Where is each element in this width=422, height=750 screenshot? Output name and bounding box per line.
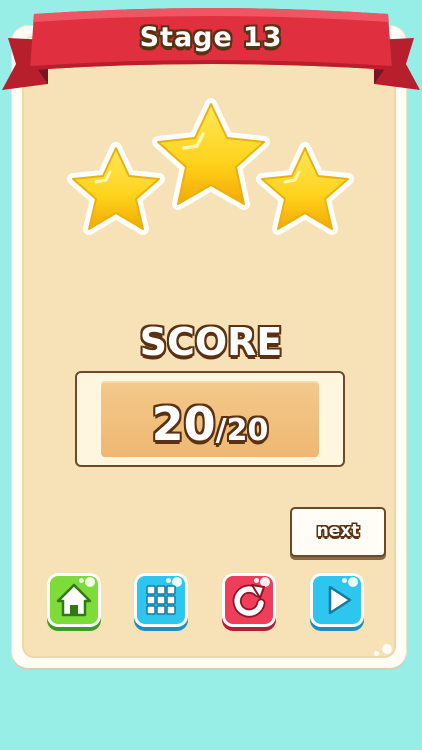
score-box-inner: 20/20	[101, 381, 319, 457]
levels-button[interactable]	[134, 573, 188, 627]
panel-decor-dot	[374, 651, 379, 656]
score-value: 20/20	[101, 397, 319, 451]
replay-button[interactable]	[222, 573, 276, 627]
stage-title-word: Stage	[139, 22, 233, 53]
play-icon	[328, 585, 352, 615]
panel-decor-dot	[382, 644, 392, 654]
star-icon-right	[256, 142, 354, 235]
replay-icon	[232, 584, 266, 618]
stage-number: 13	[242, 22, 283, 53]
next-button-label: next	[316, 521, 360, 541]
score-box: 20/20	[75, 371, 345, 467]
play-button[interactable]	[310, 573, 364, 627]
next-button[interactable]: next	[290, 507, 386, 557]
star-icon-center	[152, 98, 270, 210]
grid-icon	[146, 585, 176, 615]
stage-title: Stage 13	[0, 22, 422, 53]
score-max: 20	[226, 413, 269, 448]
star-rating	[67, 98, 354, 235]
star-icon-left	[67, 142, 165, 235]
score-separator: /	[215, 413, 227, 448]
score-current: 20	[151, 397, 216, 451]
home-icon	[56, 583, 92, 617]
score-label: SCORE	[139, 320, 283, 364]
home-button[interactable]	[47, 573, 101, 627]
